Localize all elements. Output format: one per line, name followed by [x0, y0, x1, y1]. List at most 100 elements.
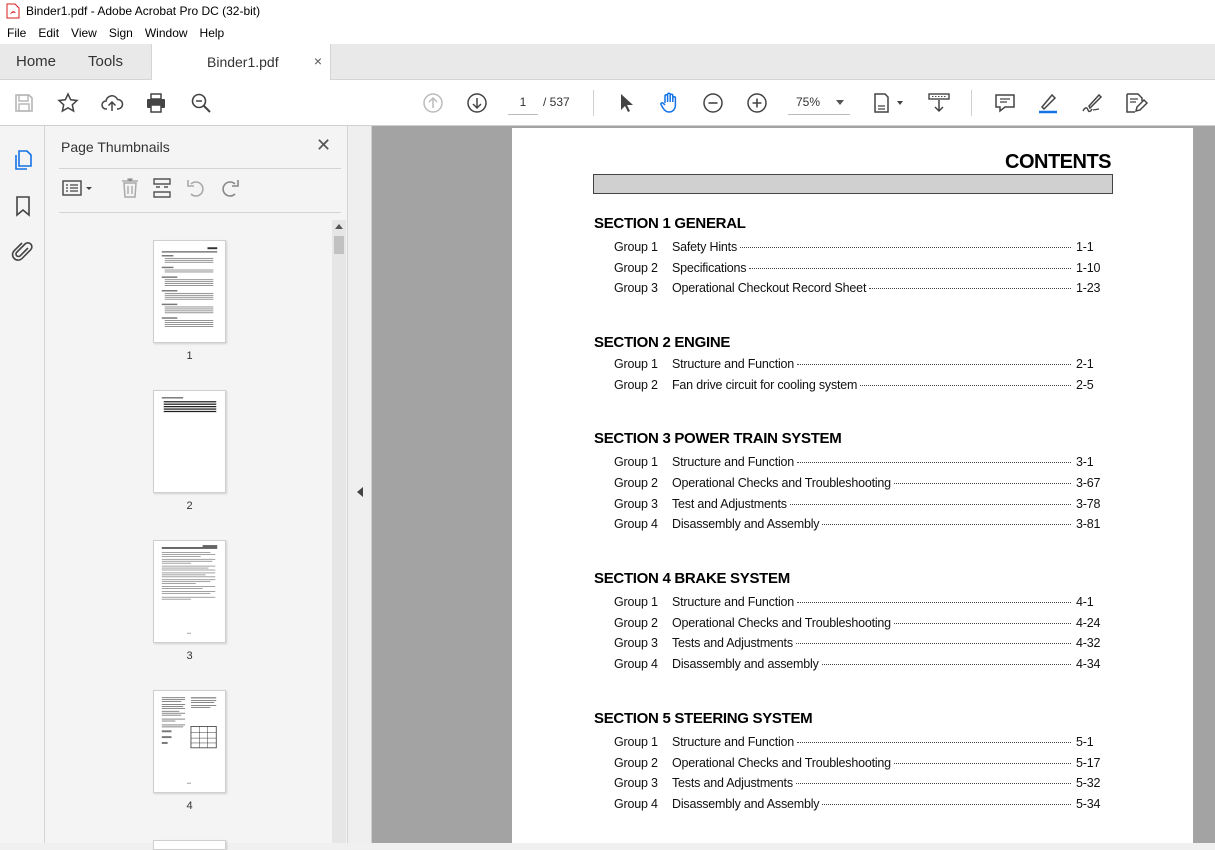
- cloud-upload-icon[interactable]: [100, 91, 124, 115]
- toc-leader: [893, 483, 1071, 484]
- edit-pdf-icon[interactable]: [1124, 91, 1149, 115]
- toc-entry[interactable]: Group 4 Disassembly and Assembly 3-81: [614, 517, 1106, 533]
- menu-file[interactable]: File: [0, 26, 31, 40]
- toc-entry[interactable]: Group 1 Structure and Function 3-1: [614, 455, 1106, 471]
- toc-group: Group 4: [614, 657, 658, 671]
- toc-group: Group 4: [614, 797, 658, 811]
- thumbnail-page-number: 4: [186, 800, 193, 812]
- toc-leader: [789, 504, 1071, 505]
- previous-page-icon[interactable]: [421, 91, 445, 115]
- left-navigation-rail: [0, 126, 45, 843]
- toc-title: Disassembly and Assembly: [672, 797, 820, 811]
- contents-rule-bar: [593, 174, 1113, 194]
- toc-entry[interactable]: Group 1 Safety Hints 1-1: [614, 240, 1106, 256]
- window-titlebar: Binder1.pdf - Adobe Acrobat Pro DC (32-b…: [0, 0, 1215, 22]
- panel-title: Page Thumbnails: [61, 139, 170, 155]
- toolbar-divider: [971, 90, 972, 116]
- toc-leader: [797, 742, 1071, 743]
- save-icon[interactable]: [12, 91, 36, 115]
- toc-entry[interactable]: Group 2 Operational Checks and Troublesho…: [614, 616, 1106, 632]
- toc-entry[interactable]: Group 2 Fan drive circuit for cooling sys…: [614, 378, 1106, 394]
- print-icon[interactable]: [144, 91, 168, 115]
- menu-window[interactable]: Window: [138, 26, 193, 40]
- highlight-pen-icon[interactable]: [1036, 91, 1060, 115]
- toc-entry[interactable]: Group 3 Operational Checkout Record Sheet…: [614, 281, 1106, 297]
- toc-entry[interactable]: Group 3 Tests and Adjustments 5-32: [614, 776, 1106, 792]
- toc-entry[interactable]: Group 4 Disassembly and Assembly 5-34: [614, 797, 1106, 813]
- star-icon[interactable]: [56, 91, 80, 115]
- comment-icon[interactable]: [993, 91, 1017, 115]
- thumbnail-list: 1 2 3 4: [59, 220, 331, 850]
- scroll-mode-icon[interactable]: [927, 91, 951, 115]
- delete-page-icon[interactable]: [119, 176, 141, 200]
- scrollbar-thumb[interactable]: [334, 236, 344, 254]
- tab-tools[interactable]: Tools: [88, 53, 123, 70]
- scroll-up-icon[interactable]: [335, 224, 343, 229]
- tab-document[interactable]: Binder1.pdf ×: [151, 44, 331, 80]
- tab-close-icon[interactable]: ×: [314, 53, 322, 69]
- thumbnails-panel: Page Thumbnails ✕ 1 2 3 4: [45, 126, 348, 850]
- zoom-in-icon[interactable]: [745, 91, 769, 115]
- thumbnail-page-number: 1: [186, 350, 193, 362]
- toc-page: 4-32: [1076, 636, 1101, 650]
- panel-splitter[interactable]: [348, 126, 372, 843]
- toc-group: Group 3: [614, 776, 658, 790]
- menu-bar: File Edit View Sign Window Help: [0, 22, 1215, 44]
- collapse-panel-icon[interactable]: [357, 487, 363, 497]
- page-thumbnails-icon[interactable]: [11, 148, 35, 172]
- chevron-down-icon: [836, 100, 844, 105]
- toc-entry[interactable]: Group 1 Structure and Function 2-1: [614, 357, 1106, 373]
- bookmark-icon[interactable]: [11, 194, 35, 218]
- toc-entry[interactable]: Group 2 Operational Checks and Troublesho…: [614, 756, 1106, 772]
- sign-icon[interactable]: [1080, 91, 1104, 115]
- document-view[interactable]: CONTENTS SECTION 1 GENERAL Group 1 Safety…: [372, 126, 1215, 843]
- toc-entry[interactable]: Group 3 Test and Adjustments 3-78: [614, 497, 1106, 513]
- hand-tool-icon[interactable]: [657, 91, 681, 115]
- tab-home[interactable]: Home: [16, 53, 56, 70]
- page-thumbnail[interactable]: [153, 540, 226, 643]
- toc-page: 1-1: [1076, 240, 1094, 254]
- page-fit-icon[interactable]: [872, 91, 906, 115]
- zoom-level-select[interactable]: 75%: [788, 91, 850, 115]
- search-zoom-icon[interactable]: [189, 91, 213, 115]
- page-thumbnail[interactable]: [153, 240, 226, 343]
- options-menu-icon[interactable]: [61, 176, 95, 200]
- toc-entry[interactable]: Group 2 Specifications 1-10: [614, 261, 1106, 277]
- section-heading: SECTION 2 ENGINE: [594, 334, 731, 351]
- zoom-out-icon[interactable]: [701, 91, 725, 115]
- toc-entry[interactable]: Group 4 Disassembly and assembly 4-34: [614, 657, 1106, 673]
- page-thumbnail[interactable]: [153, 390, 226, 493]
- page-thumbnail[interactable]: [153, 840, 226, 850]
- next-page-icon[interactable]: [465, 91, 489, 115]
- toc-title: Operational Checks and Troubleshooting: [672, 476, 891, 490]
- page-number-input[interactable]: 1: [508, 91, 538, 115]
- insert-page-icon[interactable]: [151, 176, 173, 200]
- toolbar-divider: [593, 90, 594, 116]
- attachment-icon[interactable]: [11, 240, 35, 264]
- toc-page: 2-1: [1076, 357, 1094, 371]
- toc-group: Group 3: [614, 281, 658, 295]
- toc-entry[interactable]: Group 2 Operational Checks and Troublesho…: [614, 476, 1106, 492]
- window-title: Binder1.pdf - Adobe Acrobat Pro DC (32-b…: [26, 4, 261, 18]
- menu-edit[interactable]: Edit: [31, 26, 64, 40]
- rotate-right-icon[interactable]: [219, 176, 241, 200]
- toc-entry[interactable]: Group 1 Structure and Function 4-1: [614, 595, 1106, 611]
- toc-leader: [893, 763, 1071, 764]
- toc-entry[interactable]: Group 1 Structure and Function 5-1: [614, 735, 1106, 751]
- select-cursor-icon[interactable]: [614, 91, 638, 115]
- toc-title: Disassembly and Assembly: [672, 517, 820, 531]
- menu-view[interactable]: View: [64, 26, 102, 40]
- toc-entry[interactable]: Group 3 Tests and Adjustments 4-32: [614, 636, 1106, 652]
- close-icon[interactable]: ✕: [316, 135, 331, 156]
- rotate-left-icon[interactable]: [185, 176, 207, 200]
- menu-sign[interactable]: Sign: [102, 26, 138, 40]
- toc-page: 5-1: [1076, 735, 1094, 749]
- page-thumbnail[interactable]: [153, 690, 226, 793]
- menu-help[interactable]: Help: [193, 26, 230, 40]
- toc-leader: [749, 268, 1071, 269]
- main-toolbar: 1 / 537 75%: [0, 80, 1215, 126]
- toc-title: Test and Adjustments: [672, 497, 787, 511]
- toc-group: Group 1: [614, 455, 658, 469]
- thumbnail-scrollbar[interactable]: [332, 220, 346, 843]
- toc-leader: [821, 664, 1071, 665]
